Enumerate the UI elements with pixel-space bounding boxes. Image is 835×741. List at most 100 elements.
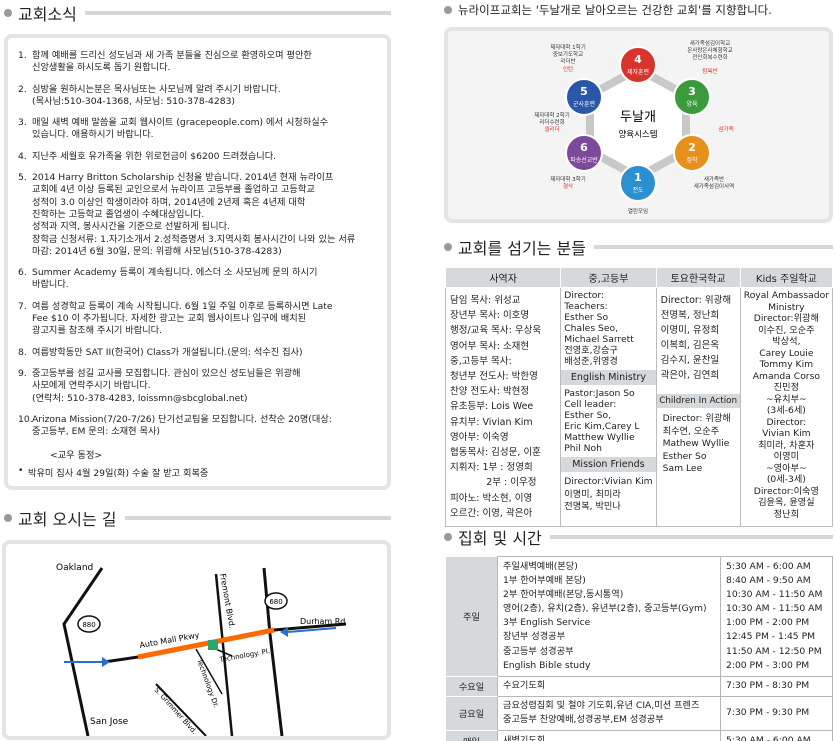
korean-school-entry: Director: 위광해 xyxy=(660,295,732,306)
service-name: 3부 English Service xyxy=(503,617,591,629)
kids-staff-entry: Director:이숙영 xyxy=(753,485,819,497)
title-rule xyxy=(124,516,391,520)
title-rule xyxy=(593,245,833,249)
news-note: • 박유미 집사 4월 29일(화) 수술 잘 받고 회복중 xyxy=(18,465,379,479)
title-rule xyxy=(84,11,391,15)
news-item-number: 1. xyxy=(18,50,27,61)
title-rule xyxy=(549,535,833,539)
schedule-day: 수요일 xyxy=(445,675,498,697)
news-item-number: 9. xyxy=(18,367,27,379)
service-name: English Bible study xyxy=(503,659,591,671)
node-name: 전도 xyxy=(632,186,644,194)
kids-staff-entry: Tommy Kim xyxy=(759,359,814,370)
news-item-text: Summer Academy 등록이 계속됩니다. 에스더 소 사모님께 문의 … xyxy=(32,267,318,291)
minister-entry: 영어부 목사: 소재현 xyxy=(450,340,530,352)
minister-entry: 찬양 전도사: 박현정 xyxy=(450,386,530,398)
vision-diagram-box: 두날개 양육시스템 4 제자훈련 3 양육 2 정착 1 전도 6 파송선교반 5 군사훈련 제자대학… xyxy=(444,27,833,223)
staff-header-youth: 중,고등부 xyxy=(560,267,657,288)
kids-staff-entry: 박상석, xyxy=(772,336,801,347)
news-item-number: 2. xyxy=(18,83,27,95)
minister-entry: 오르간: 이영, 곽은아 xyxy=(450,507,533,519)
staff-col-youth: Director: Teachers: Esther So Chales Seo, Mi… xyxy=(560,287,657,528)
kids-staff-entry: Ministry xyxy=(768,301,805,313)
schedule-services: 수요기도회 xyxy=(497,675,721,697)
service-name: 중고등부 찬양예배,성경공부,EM 성경공부 xyxy=(503,714,664,726)
service-time: 12:45 PM - 1:45 PM xyxy=(726,631,816,643)
service-name: 주일새벽예배(본당) xyxy=(503,560,578,572)
staff-header-korean-school: 토요한국학교 xyxy=(655,267,741,288)
english-ministry-entry: Esther So, xyxy=(564,410,611,421)
kids-staff-entry: Director:위광해 xyxy=(753,313,819,324)
vision-note-left-red: 셀리더 xyxy=(544,125,559,133)
staff-col-kids: Royal Ambassador Ministry Director:위광해 이수진,… xyxy=(739,287,834,528)
staff-header-ministers: 사역자 xyxy=(444,267,562,288)
church-marker-icon xyxy=(208,640,218,650)
highway-880-road xyxy=(62,567,104,736)
vision-note-left: 제자대학 2학기 리더수련회 xyxy=(534,111,570,126)
service-time: 5:30 AM - 6:00 AM xyxy=(726,734,811,741)
service-name: 새벽기도회 xyxy=(503,734,546,741)
news-item-number: 3. xyxy=(18,117,27,129)
korean-school-entry: 전명복, 정난희 xyxy=(660,310,720,321)
news-item: 6. Summer Academy 등록이 계속됩니다. 에스더 소 사모님께 문… xyxy=(18,267,379,292)
news-item-text: 여름 성경학교 등록이 계속 시작됩니다. 6월 1일 주일 이후로 등록하시면… xyxy=(32,300,333,337)
mission-friends-heading: Mission Friends xyxy=(561,456,656,473)
youth-staff-entry: 전영호,강승구 xyxy=(564,345,618,356)
schedule-times: 7:30 PM - 8:30 PM xyxy=(720,675,833,697)
node-number: 2 xyxy=(688,141,696,154)
service-name: 2부 한어부예배(본당,동시통역) xyxy=(503,588,624,600)
service-name: 영어(2층), 유치(2층), 유년부(2층), 중고등부(Gym) xyxy=(503,603,707,615)
schedule-title: 집회 및 시간 xyxy=(458,529,542,548)
staff-header-row: 사역자 중,고등부 토요한국학교 Kids 주일학교 xyxy=(444,267,834,288)
map-label-oakland: Oakland xyxy=(56,563,93,573)
service-time: 10:30 AM - 11:50 AM xyxy=(726,588,823,600)
children-in-action-entry: Esther So xyxy=(662,450,707,462)
korean-school-entry: 김수지, 윤찬일 xyxy=(660,355,720,366)
news-title: 교회소식 xyxy=(18,5,77,24)
map-label-880: 880 xyxy=(82,621,95,629)
news-item: 9. 중고등부를 섬길 교사를 모집합니다. 관심이 있으신 성도님들은 위광해 … xyxy=(18,368,379,405)
node-number: 4 xyxy=(634,53,642,66)
news-item-number: 8. xyxy=(18,346,27,358)
center-line-1: 두날개 xyxy=(620,110,656,125)
map-svg: Oakland San Jose 880 680 Fremont Blvd. A… xyxy=(56,563,347,736)
english-ministry-entry: Phil Noh xyxy=(564,443,602,454)
news-item: 4. 지난주 세월호 유가족을 위한 위로헌금이 $6200 드려졌습니다. xyxy=(18,151,379,163)
vision-note-bottom-right: 새가족반 새가족섬김이사역 xyxy=(694,175,734,190)
news-item-text: 2014 Harry Britton Scholarship 신청을 받습니다.… xyxy=(32,172,356,257)
service-name: 중고등부 성경공부 xyxy=(503,645,574,657)
node-name: 파송선교반 xyxy=(570,156,598,164)
news-item-text: 매일 새벽 예배 말씀을 교회 웹사이트 (gracepeople.com) 에… xyxy=(32,117,329,141)
service-time: 11:50 AM - 12:50 PM xyxy=(726,645,822,657)
children-in-action-entry: Mathew Wyllie xyxy=(662,438,730,449)
news-note-text: 박유미 집사 4월 29일(화) 수술 잘 받고 회복중 xyxy=(28,468,209,480)
node-name: 양육 xyxy=(686,100,698,108)
vision-note-top-left-red: 인턴 xyxy=(563,66,573,73)
auto-mall-pkwy-west xyxy=(103,655,139,664)
kids-staff-entry: Royal Ambassador xyxy=(743,290,829,301)
node-number: 1 xyxy=(634,171,642,184)
minister-entry: 담임 목사: 위성교 xyxy=(450,295,521,306)
kids-staff-entry: ~유치부~ xyxy=(765,393,807,405)
node-number: 6 xyxy=(580,141,588,154)
service-name: 금요성령집회 및 철야 기도회,유년 CIA,미션 프렌즈 xyxy=(503,700,700,712)
minister-entry: 지휘자: 1부 : 정영희 xyxy=(450,462,533,474)
news-item: 2. 심방을 원하시는분은 목사님또는 사모님께 알려 주시기 바랍니다. (목사… xyxy=(18,84,379,109)
map-label-durham: Durham Rd xyxy=(300,617,345,626)
vision-note-bottom-left-red: 형삭 xyxy=(563,182,573,190)
news-item-number: 5. xyxy=(18,172,27,184)
service-time: 7:30 PM - 9:30 PM xyxy=(726,707,810,719)
children-in-action-heading: Children In Action xyxy=(656,393,740,409)
directions-title: 교회 오시는 길 xyxy=(18,510,117,529)
children-in-action-entry: Sam Lee xyxy=(662,463,703,474)
schedule-day: 주일 xyxy=(445,556,498,677)
kids-staff-entry: (0세-3세) xyxy=(766,474,806,485)
node-name: 제자훈련 xyxy=(627,68,649,76)
news-item-number: 4. xyxy=(18,150,27,162)
vision-note-bottom-left: 제자대학 3학기 xyxy=(550,175,586,183)
schedule-services: 주일새벽예배(본당) 1부 한어부예배 본당) 2부 한어부예배(본당,동시통역) 영… xyxy=(497,556,721,677)
kids-staff-entry: 이수진, 오순주 xyxy=(758,324,815,336)
kids-staff-entry: (3세-6세) xyxy=(766,405,806,416)
staff-col-ministers: 담임 목사: 위성교 장년부 목사: 이호명 행정/교육 목사: 우상욱 영어부 목사… xyxy=(444,287,562,528)
news-item: 1. 함께 예배를 드리신 성도님과 새 가족 분들을 진심으로 환영하오며 평안… xyxy=(18,50,379,75)
